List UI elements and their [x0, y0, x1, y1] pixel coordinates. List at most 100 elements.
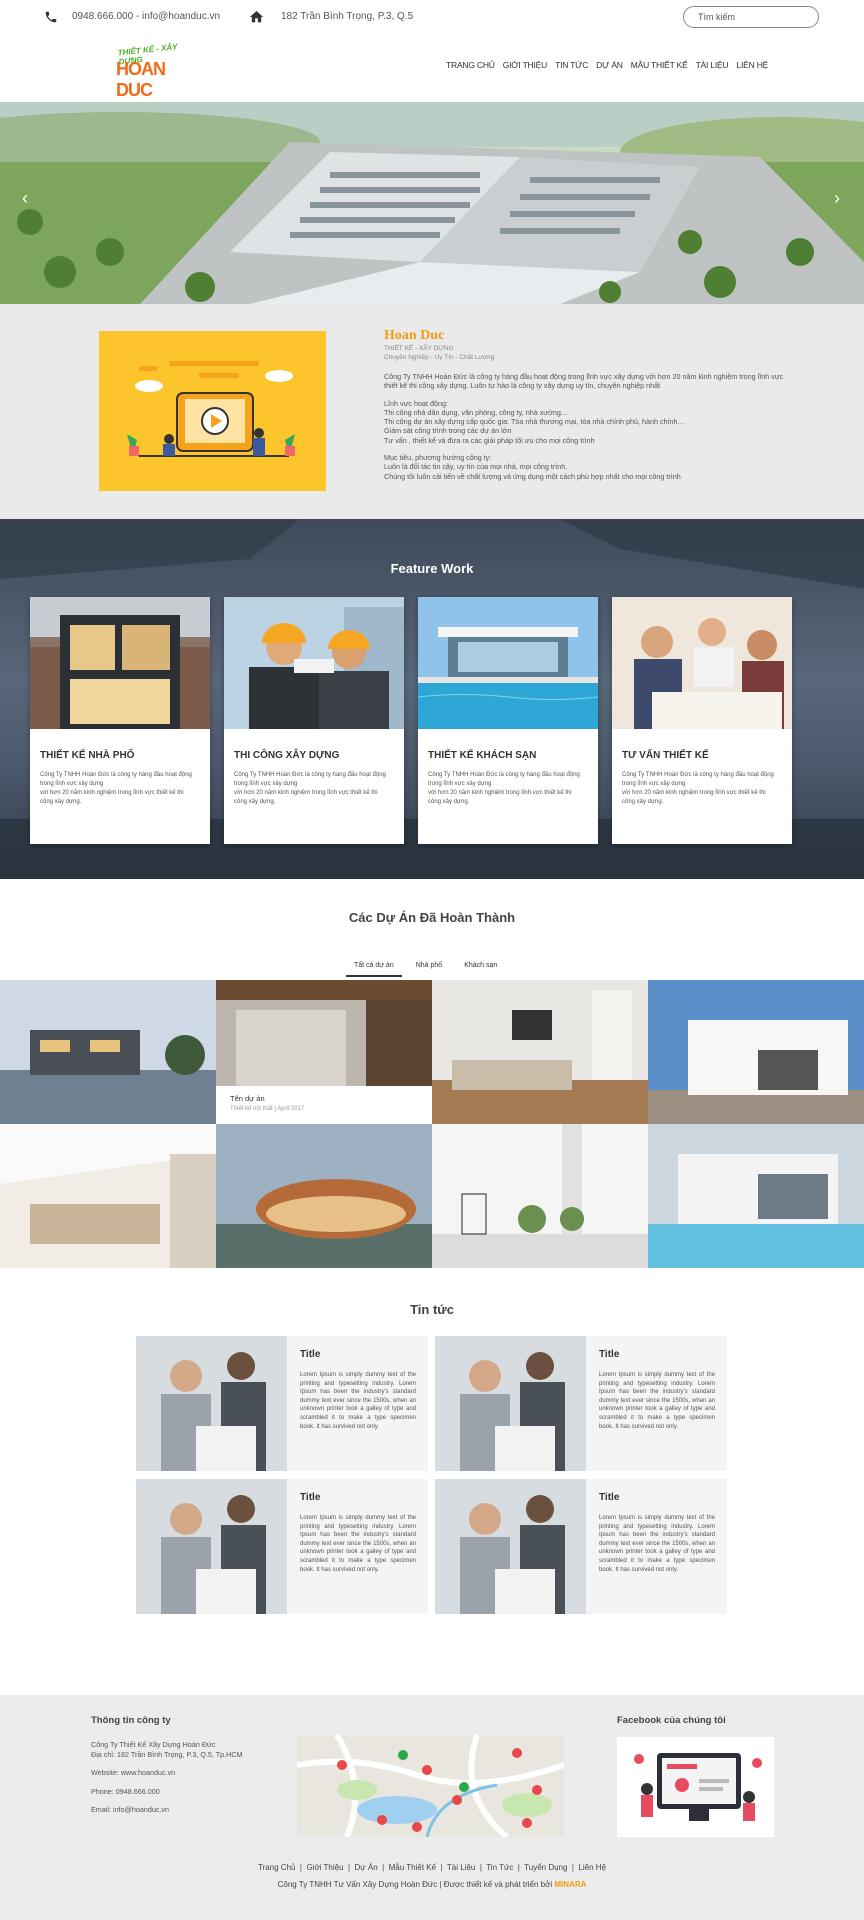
nav-designs[interactable]: MẪU THIẾT KẾ [631, 60, 688, 70]
footer-info-title: Thông tin công ty [91, 1715, 171, 1726]
project-name: Tên dự án [230, 1094, 265, 1103]
card-text: Công Ty TNHH Hoàn Đức là công ty hàng đầ… [428, 772, 580, 805]
footer-link[interactable]: Liên Hệ [578, 1863, 606, 1872]
company-info: Công Ty Thiết Kế Xây Dựng Hoàn Đức Địa c… [91, 1740, 243, 1815]
search-placeholder: Tìm kiếm [698, 12, 735, 22]
footer-link[interactable]: Tuyển Dụng [524, 1863, 567, 1872]
company-name: Công Ty Thiết Kế Xây Dựng Hoàn Đức [91, 1740, 216, 1749]
card-title: THI CÔNG XÂY DỰNG [234, 750, 340, 761]
project-overlay: Tên dự án Thiết kế nội thất | April 2017 [216, 1086, 432, 1124]
project-item[interactable] [432, 980, 648, 1124]
card-text: Công Ty TNHH Hoàn Đức là công ty hàng đầ… [40, 772, 192, 805]
project-grid: Tên dự án Thiết kế nội thất | April 2017 [0, 980, 864, 1268]
nav-news[interactable]: TIN TỨC [555, 60, 588, 70]
play-video-illustration [127, 361, 295, 457]
project-meta: Thiết kế nội thất | April 2017 [230, 1106, 305, 1112]
logo-name: HOAN DUC [116, 59, 166, 100]
field-item: Thi công dự án xây dựng cấp quốc gia: Tò… [384, 417, 685, 427]
field-item: Thi công nhà dân dụng, văn phòng, công t… [384, 407, 569, 417]
copyright-text: Công Ty TNHH Tư Vấn Xây Dựng Hoàn Đức | … [277, 1880, 553, 1889]
news-item-title: Title [300, 1492, 321, 1503]
footer-link[interactable]: Dự Án [355, 1863, 378, 1872]
company-email[interactable]: Email: info@hoanduc.vn [91, 1805, 243, 1815]
news-title: Tin tức [410, 1302, 454, 1317]
project-item[interactable] [648, 980, 864, 1124]
project-item[interactable]: Tên dự án Thiết kế nội thất | April 2017 [216, 980, 432, 1124]
footer-link[interactable]: Giới Thiệu [306, 1863, 343, 1872]
nav-home[interactable]: TRANG CHỦ [446, 60, 495, 70]
company-address: Địa chỉ: 182 Trần Bình Trọng, P.3, Q.5, … [91, 1749, 243, 1759]
slider-prev-button[interactable]: ‹ [22, 188, 28, 209]
developer-link[interactable]: MINARA [554, 1880, 586, 1889]
footer-link[interactable]: Mẫu Thiết Kế [389, 1863, 436, 1872]
project-tabs: Tất cả dự án Nhà phố Khách sạn [346, 962, 505, 977]
footer-link[interactable]: Tin Tức [486, 1863, 513, 1872]
news-item[interactable]: Title Lorem Ipsum is simply dummy text o… [136, 1336, 428, 1471]
tab-townhouse[interactable]: Nhà phố [408, 962, 450, 977]
news-image [435, 1336, 586, 1471]
about-slogan: Chuyên Nghiệp - Uy Tín - Chất Lượng [384, 354, 495, 361]
news-item[interactable]: Title Lorem Ipsum is simply dummy text o… [435, 1479, 727, 1614]
feature-card[interactable]: THIẾT KẾ NHÀ PHỐ Công Ty TNHH Hoàn Đức l… [30, 597, 210, 844]
feature-card[interactable]: THI CÔNG XÂY DỰNG Công Ty TNHH Hoàn Đức … [224, 597, 404, 844]
card-title: THIẾT KẾ KHÁCH SẠN [428, 750, 537, 761]
search-input[interactable]: Tìm kiếm [683, 6, 819, 28]
nav-projects[interactable]: DỰ ÁN [596, 60, 623, 70]
tab-hotel[interactable]: Khách sạn [456, 962, 505, 977]
card-image [30, 597, 210, 729]
tab-all-projects[interactable]: Tất cả dự án [346, 962, 402, 977]
slider-next-button[interactable]: › [834, 188, 840, 209]
about-title: Hoan Duc [384, 328, 445, 343]
site-logo[interactable]: THIẾT KẾ - XÂY DỰNG HOAN DUC [114, 40, 204, 100]
company-phone: Phone: 0948.666.000 [91, 1786, 160, 1796]
project-item[interactable] [0, 1124, 216, 1268]
facebook-widget-illustration[interactable] [617, 1737, 774, 1837]
about-text: Hoan Duc THIẾT KẾ - XÂY DỰNG Chuyên Nghi… [384, 328, 784, 481]
card-title: THIẾT KẾ NHÀ PHỐ [40, 750, 135, 761]
card-text: Công Ty TNHH Hoàn Đức là công ty hàng đầ… [622, 772, 774, 805]
nav-documents[interactable]: TÀI LIỆU [696, 60, 729, 70]
footer-link[interactable]: Trang Chủ [258, 1863, 296, 1872]
goals-heading: Mục tiêu, phương hướng công ty: [384, 453, 492, 463]
project-item[interactable] [0, 980, 216, 1124]
address-text: 182 Trần Bình Trọng, P.3, Q.5 [281, 11, 414, 22]
feature-card[interactable]: THIẾT KẾ KHÁCH SẠN Công Ty TNHH Hoàn Đức… [418, 597, 598, 844]
card-image [224, 597, 404, 729]
copyright: Công Ty TNHH Tư Vấn Xây Dựng Hoàn Đức | … [0, 1880, 864, 1889]
nav-about[interactable]: GIỚI THIỆU [503, 60, 548, 70]
home-icon [249, 11, 264, 23]
news-item-text: Lorem Ipsum is simply dummy text of the … [300, 1515, 416, 1573]
feature-card[interactable]: TƯ VẤN THIẾT KẾ Công Ty TNHH Hoàn Đức là… [612, 597, 792, 844]
news-item[interactable]: Title Lorem Ipsum is simply dummy text o… [435, 1336, 727, 1471]
company-website[interactable]: Website: www.hoanduc.vn [91, 1768, 243, 1778]
card-title: TƯ VẤN THIẾT KẾ [622, 750, 709, 761]
field-item: Tư vấn , thiết kế và đưa ra các giải phá… [384, 435, 595, 445]
footer: Thông tin công ty Công Ty Thiết Kế Xây D… [0, 1695, 864, 1920]
nav-contact[interactable]: LIÊN HỆ [736, 60, 768, 70]
card-text: Công Ty TNHH Hoàn Đức là công ty hàng đầ… [234, 772, 386, 805]
project-item[interactable] [216, 1124, 432, 1268]
footer-map[interactable] [297, 1735, 564, 1837]
news-item-title: Title [300, 1349, 321, 1360]
news-item[interactable]: Title Lorem Ipsum is simply dummy text o… [136, 1479, 428, 1614]
hero-building-image [0, 102, 864, 304]
projects-title: Các Dự Án Đã Hoàn Thành [348, 910, 516, 925]
project-item[interactable] [432, 1124, 648, 1268]
news-item-text: Lorem Ipsum is simply dummy text of the … [599, 1515, 715, 1573]
news-item-text: Lorem Ipsum is simply dummy text of the … [599, 1372, 715, 1430]
contact-info: 0948.666.000 - info@hoanduc.vn [72, 11, 221, 22]
hero-slider: ‹ › [0, 102, 864, 304]
top-bar: 0948.666.000 - info@hoanduc.vn 182 Trần … [0, 0, 864, 34]
project-item[interactable] [648, 1124, 864, 1268]
field-item: Giám sát công trình trong các dự án lớn [384, 426, 512, 436]
card-image [418, 597, 598, 729]
about-subtitle: THIẾT KẾ - XÂY DỰNG [384, 345, 454, 352]
news-image [435, 1479, 586, 1614]
news-image [136, 1479, 287, 1614]
footer-link[interactable]: Tài Liệu [447, 1863, 475, 1872]
about-intro: Công Ty TNHH Hoàn Đức là công ty hàng đầ… [384, 372, 784, 391]
video-illustration[interactable] [99, 331, 326, 491]
news-item-text: Lorem Ipsum is simply dummy text of the … [300, 1372, 416, 1430]
news-image [136, 1336, 287, 1471]
fields-heading: Lĩnh vực hoạt động: [384, 398, 448, 408]
